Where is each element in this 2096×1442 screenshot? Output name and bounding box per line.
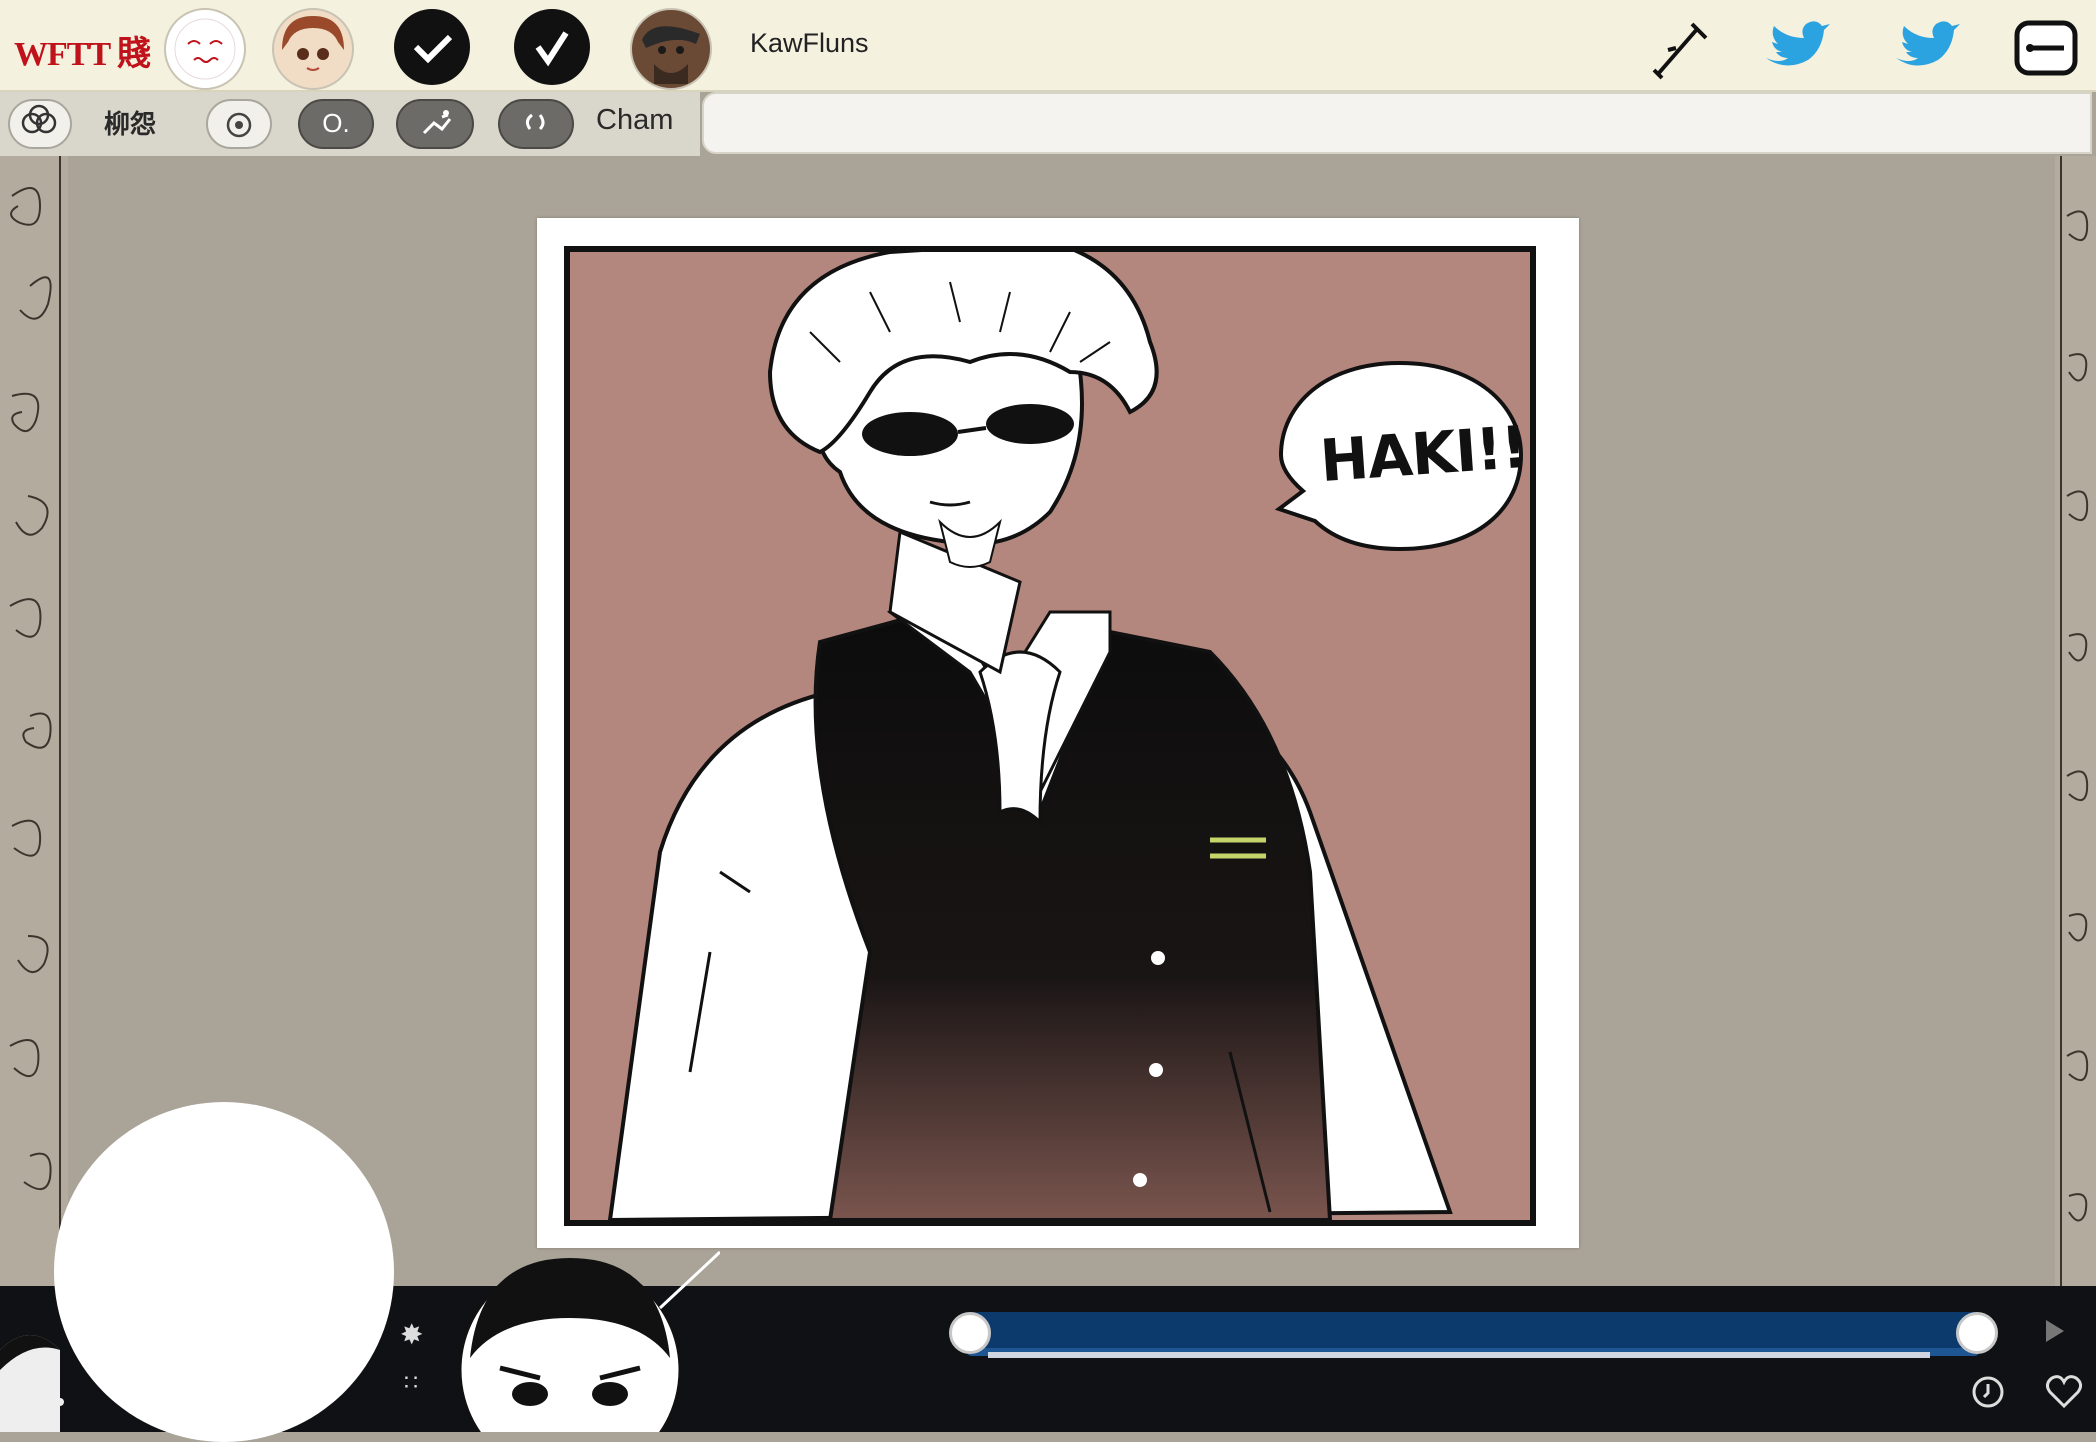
character-avatar[interactable] [460, 1248, 720, 1432]
progress-buffer [988, 1352, 1930, 1358]
play-icon[interactable] [2040, 1316, 2070, 1346]
toolbar-label[interactable]: 柳怨 [104, 104, 156, 141]
minus-icon[interactable] [2014, 20, 2078, 76]
bird-icon[interactable] [1890, 14, 1960, 80]
check-icon[interactable] [514, 9, 590, 85]
ornamental-border-right [2055, 156, 2096, 1286]
tab-label[interactable]: Cham [596, 104, 673, 137]
partial-avatar-left[interactable] [0, 1290, 80, 1432]
clock-icon[interactable] [1970, 1374, 2006, 1410]
address-field[interactable] [702, 92, 2092, 154]
face-sketch-avatar[interactable] [164, 8, 246, 90]
hook-button[interactable] [498, 99, 574, 149]
top-bar: WFTT 賤 KawFluns [0, 0, 2096, 92]
speech-text: HAKI!! [1317, 412, 1529, 496]
bird-icon[interactable] [1760, 14, 1830, 80]
run-button[interactable] [396, 99, 474, 149]
option-pill-button[interactable]: O. [298, 99, 374, 149]
sparkle-icon[interactable]: ✸ [400, 1318, 423, 1351]
bearded-man-avatar[interactable] [630, 8, 712, 90]
blank-circle-overlay [54, 1102, 394, 1442]
dots-icon[interactable]: ∷ [404, 1370, 420, 1396]
sword-icon[interactable] [1648, 14, 1718, 80]
ornamental-border-left [0, 156, 68, 1286]
camera-icon [226, 112, 252, 138]
progress-handle[interactable] [1956, 1312, 1998, 1354]
username[interactable]: KawFluns [750, 28, 869, 59]
check-icon[interactable] [394, 9, 470, 85]
heart-icon[interactable] [2044, 1374, 2084, 1410]
hook-icon [525, 113, 545, 131]
progress-start-handle[interactable] [949, 1312, 991, 1354]
run-icon [422, 110, 452, 135]
progress-track[interactable] [966, 1312, 1980, 1356]
rings-button[interactable] [8, 99, 72, 149]
app-logo[interactable]: WFTT 賤 [14, 26, 151, 75]
camera-button[interactable] [206, 99, 272, 149]
anime-girl-avatar[interactable] [272, 8, 354, 90]
rings-icon [21, 104, 57, 134]
